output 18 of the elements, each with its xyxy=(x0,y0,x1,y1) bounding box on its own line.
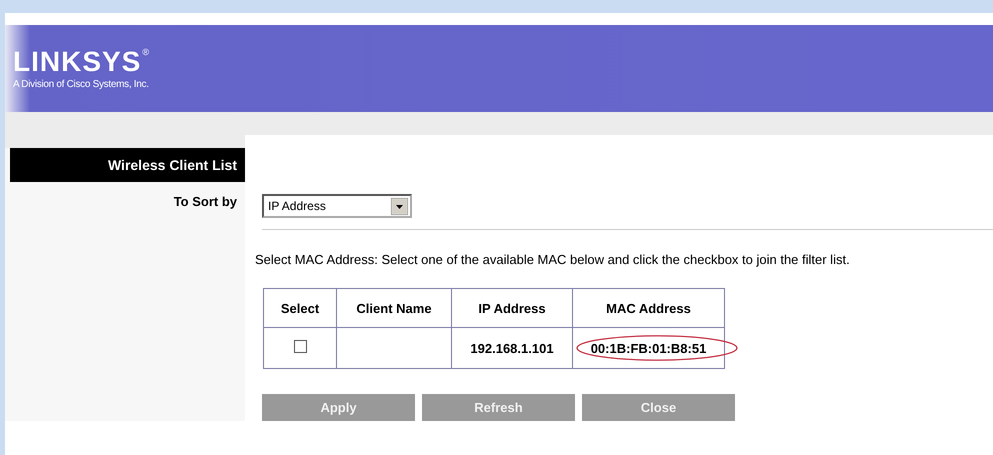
column-header: IP Address xyxy=(452,288,572,328)
action-button[interactable]: Close xyxy=(582,394,735,421)
select-checkbox[interactable] xyxy=(294,340,306,353)
tagline: A Division of Cisco Systems, Inc. xyxy=(13,79,149,90)
instructions-text: Select MAC Address: Select one of the available MAC below and click the checkbox to join the filter list. xyxy=(255,252,851,268)
logo-text: LINKSYS xyxy=(13,47,142,77)
column-header: Select xyxy=(264,288,336,328)
dropdown-arrow-icon xyxy=(391,198,408,214)
sort-label: To Sort by xyxy=(174,194,237,209)
section-title: Wireless Client List xyxy=(10,148,245,182)
column-header: Client Name xyxy=(336,288,452,328)
column-header: MAC Address xyxy=(572,288,724,328)
table-cell: 00:1B:FB:01:B8:51 xyxy=(590,340,706,356)
registered-mark: ® xyxy=(142,47,149,57)
action-button[interactable]: Apply xyxy=(262,394,415,421)
action-button[interactable]: Refresh xyxy=(422,394,575,421)
table-cell: 192.168.1.101 xyxy=(470,340,554,356)
sort-dropdown[interactable]: IP Address xyxy=(262,194,412,218)
